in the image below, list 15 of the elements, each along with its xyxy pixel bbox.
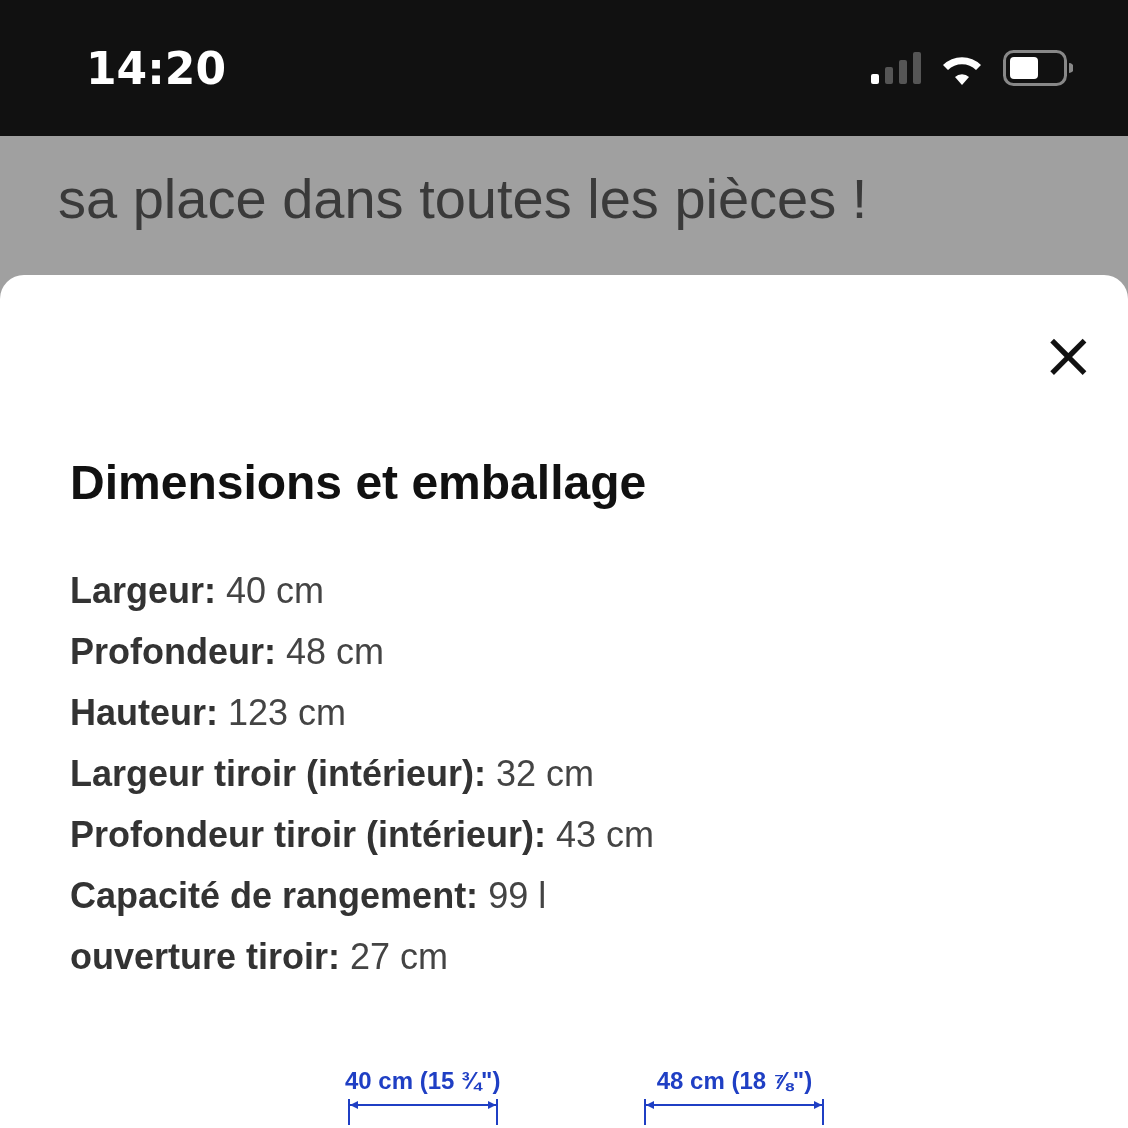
status-time: 14:20 <box>86 42 228 94</box>
spec-line: Largeur tiroir (intérieur): 32 cm <box>70 752 596 796</box>
spec-line: Capacité de rangement: 99 l <box>70 874 548 918</box>
spec-line: Profondeur: 48 cm <box>70 630 386 674</box>
sheet-title: Dimensions et emballage <box>70 455 648 510</box>
spec-line: Profondeur tiroir (intérieur): 43 cm <box>70 813 656 857</box>
dimension-label: 48 cm (18 ⅞") <box>656 1067 813 1095</box>
background-text: sa place dans toutes les pièces ! <box>58 166 868 231</box>
spec-line: Largeur: 40 cm <box>70 569 326 613</box>
spec-line: ouverture tiroir: 27 cm <box>70 935 450 979</box>
close-button[interactable]: × <box>1033 325 1103 385</box>
spec-line: Hauteur: 123 cm <box>70 691 348 735</box>
battery-icon <box>1003 50 1073 86</box>
signal-icon <box>871 52 921 84</box>
dimension-label: 40 cm (15 ¾") <box>345 1067 501 1095</box>
